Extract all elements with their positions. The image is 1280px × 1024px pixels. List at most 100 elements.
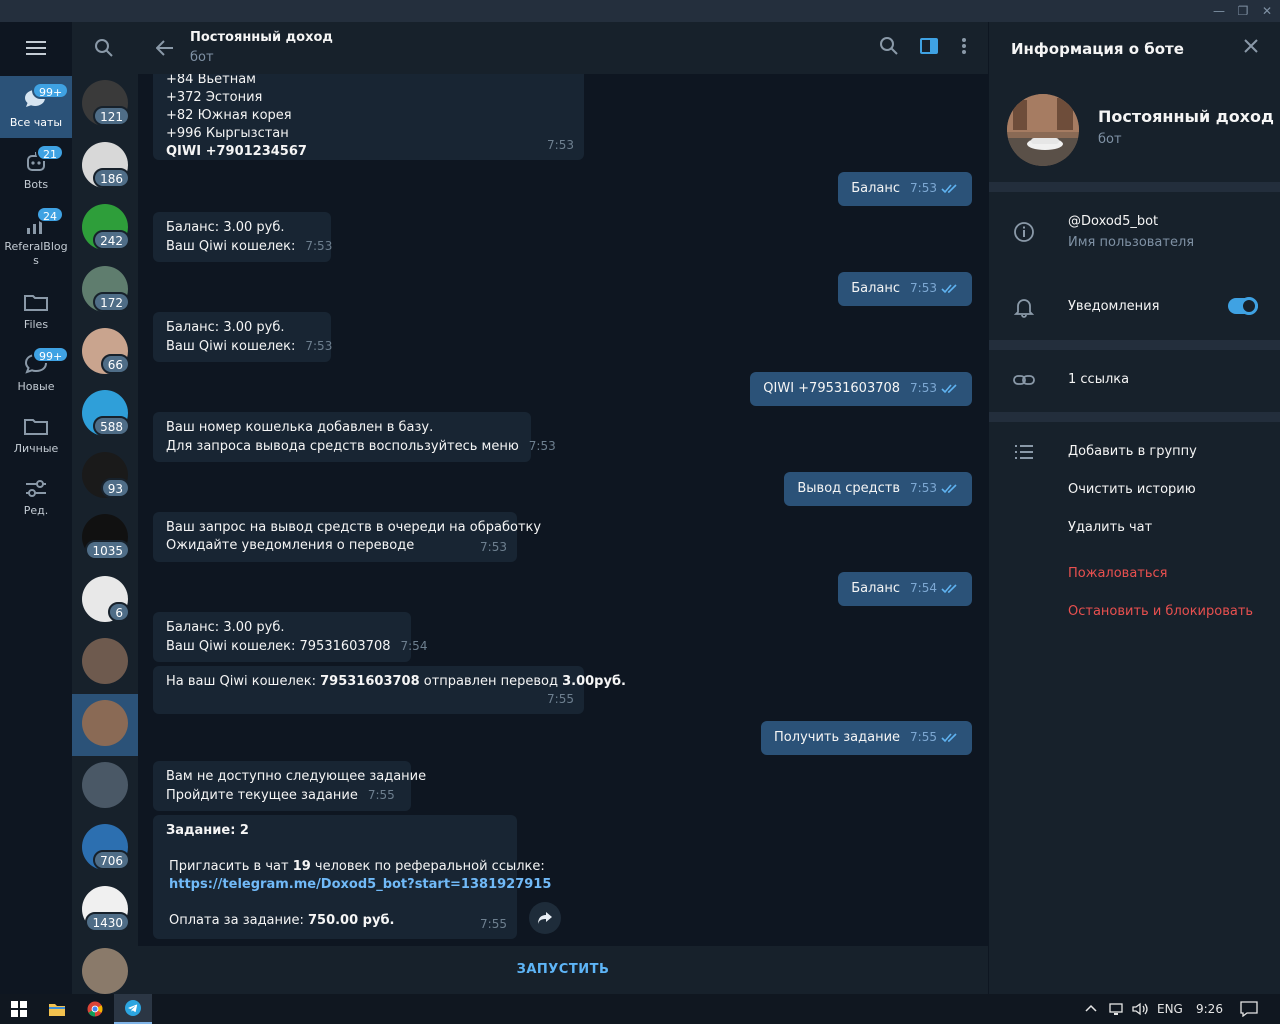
message-outgoing[interactable]: Баланс 7:53	[838, 172, 972, 206]
volume-icon[interactable]	[1132, 1002, 1148, 1016]
message-outgoing[interactable]: Баланс 7:54	[838, 572, 972, 606]
message-incoming[interactable]: Ваш номер кошелька добавлен в базу. Для …	[153, 412, 556, 462]
avatar	[82, 700, 128, 746]
bot-username[interactable]: @Doxod5_bot	[1068, 214, 1158, 229]
add-to-group-button[interactable]: Добавить в группу	[1068, 444, 1197, 459]
message-line: Ваш номер кошелька добавлен в базу.	[166, 420, 434, 435]
chat-list-item[interactable]: 706	[72, 818, 138, 880]
message-text: Баланс	[851, 581, 901, 596]
minimize-button[interactable]: —	[1208, 2, 1230, 20]
message-incoming[interactable]: Задание: 2 Пригласить в чат 19 человек п…	[153, 815, 551, 939]
chat-list-item[interactable]: 93	[72, 446, 138, 508]
folder-bots[interactable]: 21 Bots	[0, 138, 72, 200]
bot-avatar[interactable]	[1007, 94, 1079, 166]
message-line: Пройдите текущее задание 7:55	[166, 788, 395, 803]
notifications-toggle[interactable]	[1228, 297, 1258, 315]
referral-link[interactable]: https://telegram.me/Doxod5_bot?start=138…	[166, 876, 551, 894]
back-arrow-icon[interactable]	[156, 40, 174, 56]
chat-list-item[interactable]: 6	[72, 570, 138, 632]
clock[interactable]: 9:26	[1196, 994, 1223, 1024]
notifications-center-icon[interactable]	[1240, 1001, 1258, 1017]
message-incoming[interactable]: Баланс: 3.00 руб. Ваш Qiwi кошелек: 7953…	[153, 612, 427, 662]
main-menu-button[interactable]	[0, 22, 72, 74]
chat-list-item[interactable]: 1035	[72, 508, 138, 570]
start-button[interactable]: ЗАПУСТИТЬ	[138, 946, 988, 994]
message-incoming[interactable]: На ваш Qiwi кошелек: 79531603708 отправл…	[153, 666, 626, 714]
chat-list-item[interactable]: 242	[72, 198, 138, 260]
double-check-icon	[941, 283, 957, 293]
folder-referalblogs[interactable]: 24 ReferalBlogs	[0, 200, 72, 267]
message-line: Вам не доступно следующее задание	[166, 769, 427, 784]
chat-list-item[interactable]: 1430	[72, 880, 138, 942]
folder-badge: 99+	[32, 346, 70, 363]
folder-label: Все чаты	[9, 116, 63, 129]
start-menu-button[interactable]	[0, 994, 38, 1024]
folder-all-chats[interactable]: 99+ Все чаты	[0, 76, 72, 138]
search-icon[interactable]	[879, 36, 899, 56]
message-outgoing[interactable]: QIWI +79531603708 7:53	[750, 372, 972, 406]
folder-icon	[49, 1004, 65, 1016]
chat-list-item[interactable]: 588	[72, 384, 138, 446]
message-outgoing[interactable]: Получить задание 7:55	[761, 721, 972, 755]
search-icon[interactable]	[94, 38, 114, 58]
message-outgoing[interactable]: Вывод средств 7:53	[784, 472, 972, 506]
double-check-icon	[941, 183, 957, 193]
info-icon	[1014, 222, 1034, 242]
message-line: На ваш Qiwi кошелек: 79531603708 отправл…	[166, 674, 626, 689]
double-check-icon	[941, 732, 957, 742]
unread-count-badge: 242	[93, 230, 130, 250]
links-item[interactable]: 1 ссылка	[1068, 372, 1129, 387]
folders-sidebar: 99+ Все чаты 21 Bots 24 ReferalBlogs Fil…	[0, 22, 72, 994]
windows-taskbar: ENG 9:26	[0, 994, 1280, 1024]
folder-edit[interactable]: Ред.	[0, 464, 72, 526]
info-title: Информация о боте	[1011, 40, 1184, 58]
maximize-button[interactable]: ❐	[1232, 2, 1254, 20]
message-incoming[interactable]: +84 Вьетнам +372 Эстония +82 Южная корея…	[153, 74, 584, 160]
message-time: 7:53	[547, 138, 574, 152]
close-button[interactable]: ✕	[1256, 2, 1278, 20]
more-vertical-icon[interactable]	[954, 36, 974, 56]
share-button[interactable]	[529, 902, 561, 934]
message-incoming[interactable]: Вам не доступно следующее задание Пройди…	[153, 761, 427, 811]
message-time: 7:53	[910, 281, 937, 295]
section-divider	[989, 340, 1280, 350]
chat-list-item[interactable]: 172	[72, 260, 138, 322]
sidebar-toggle-icon[interactable]	[919, 36, 939, 56]
message-outgoing[interactable]: Баланс 7:53	[838, 272, 972, 306]
taskbar-telegram[interactable]	[114, 994, 152, 1024]
message-text: Баланс	[851, 181, 901, 196]
chat-list-item[interactable]: 186	[72, 136, 138, 198]
hamburger-icon	[26, 41, 46, 55]
chat-list-item[interactable]	[72, 756, 138, 818]
chat-list-item[interactable]: 121	[72, 74, 138, 136]
folder-personal[interactable]: Личные	[0, 402, 72, 464]
chat-list-item[interactable]: 66	[72, 322, 138, 384]
taskbar-chrome[interactable]	[76, 994, 114, 1024]
double-check-icon	[941, 483, 957, 493]
message-incoming[interactable]: Ваш запрос на вывод средств в очереди на…	[153, 512, 541, 562]
chat-title[interactable]: Постоянный доход	[190, 30, 333, 45]
folder-label: Новые	[17, 380, 55, 393]
network-icon[interactable]	[1108, 1002, 1124, 1016]
chevron-up-icon[interactable]	[1085, 1003, 1097, 1015]
list-icon	[1015, 445, 1033, 459]
message-line: QIWI +7901234567	[166, 144, 307, 159]
unread-count-badge: 93	[100, 478, 130, 498]
close-icon[interactable]	[1243, 38, 1259, 54]
folder-label: Личные	[13, 442, 59, 455]
message-incoming[interactable]: Баланс: 3.00 руб. Ваш Qiwi кошелек: 7:53	[153, 212, 333, 262]
chat-list-item[interactable]	[72, 632, 138, 694]
folder-files[interactable]: Files	[0, 278, 72, 340]
delete-chat-button[interactable]: Удалить чат	[1068, 520, 1152, 535]
chat-list-item[interactable]	[72, 694, 138, 756]
stop-and-block-button[interactable]: Остановить и блокировать	[1068, 604, 1253, 619]
message-line: Ваш Qiwi кошелек: 7:53	[166, 239, 333, 254]
clear-history-button[interactable]: Очистить историю	[1068, 482, 1196, 497]
taskbar-explorer[interactable]	[38, 994, 76, 1024]
folder-new[interactable]: 99+ Новые	[0, 340, 72, 402]
message-line: Баланс: 3.00 руб.	[166, 320, 285, 335]
report-button[interactable]: Пожаловаться	[1068, 566, 1168, 581]
message-incoming[interactable]: Баланс: 3.00 руб. Ваш Qiwi кошелек: 7:53	[153, 312, 332, 362]
unread-count-badge: 1430	[85, 912, 130, 932]
language-indicator[interactable]: ENG	[1157, 994, 1183, 1024]
